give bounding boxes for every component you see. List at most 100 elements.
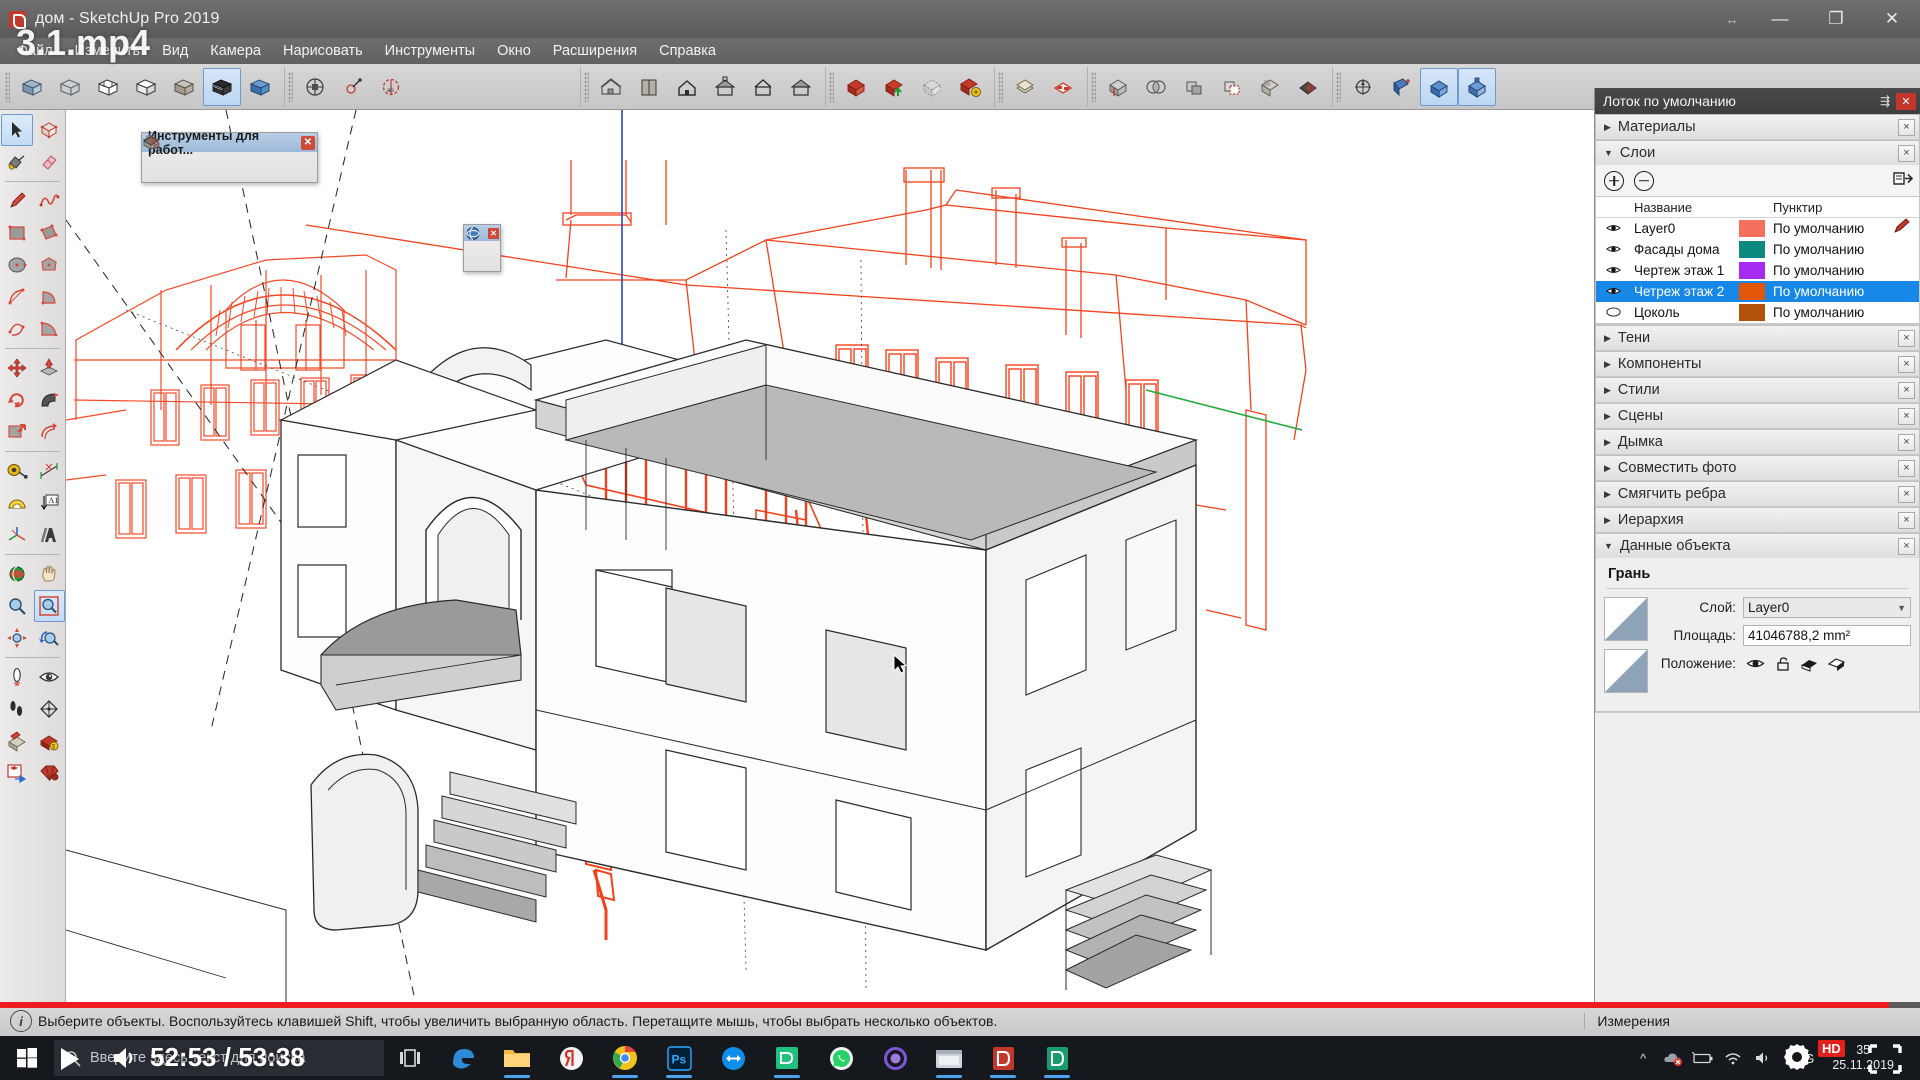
make-component-icon[interactable] <box>34 114 66 146</box>
menu-file[interactable]: Файл <box>6 40 64 62</box>
display-section-planes-icon[interactable] <box>334 68 372 106</box>
pan-hand-icon[interactable] <box>34 558 66 590</box>
component-icon[interactable] <box>837 68 875 106</box>
battery-icon[interactable] <box>1688 1036 1718 1080</box>
layer-dash-style[interactable]: По умолчанию <box>1773 263 1893 278</box>
close-icon[interactable]: × <box>1898 118 1915 136</box>
solid-trim-icon[interactable] <box>1251 68 1289 106</box>
tray-section-header[interactable]: ▶ Стили × <box>1595 377 1920 402</box>
eraser-icon[interactable] <box>34 146 66 178</box>
menu-edit[interactable]: Изменить <box>64 40 151 62</box>
close-icon[interactable]: ✕ <box>488 227 499 239</box>
layer-color-swatch[interactable] <box>1739 304 1765 321</box>
close-icon[interactable]: × <box>1898 144 1915 162</box>
add-location-icon[interactable] <box>1 725 33 757</box>
style-monochrome-icon[interactable] <box>203 67 241 106</box>
display-section-cuts-icon[interactable]: ab <box>372 68 410 106</box>
solid-union-icon[interactable] <box>1175 68 1213 106</box>
menu-extensions[interactable]: Расширения <box>542 40 648 62</box>
whatsapp-icon[interactable] <box>814 1036 868 1080</box>
maximize-button[interactable]: ❐ <box>1808 0 1864 38</box>
layer-color-swatch[interactable] <box>1739 241 1765 258</box>
table-row[interactable]: Четреж этаж 2 По умолчанию <box>1596 281 1919 302</box>
info-icon[interactable]: i <box>10 1010 32 1032</box>
section-plane-icon[interactable] <box>296 68 334 106</box>
close-icon[interactable]: × <box>1898 537 1915 555</box>
rotate-icon[interactable] <box>1 384 33 416</box>
layer-color-swatch[interactable] <box>1739 262 1765 279</box>
line-pencil-icon[interactable] <box>1 185 33 217</box>
clock[interactable]: 35 25.11.2019 <box>1822 1043 1904 1073</box>
layer-select-icon[interactable] <box>1044 68 1082 106</box>
tray-section-header[interactable]: ▶ Дымка × <box>1595 429 1920 454</box>
tray-section-header[interactable]: ▶ Иерархия × <box>1595 507 1920 532</box>
language-indicator[interactable]: ENG <box>1778 1051 1822 1066</box>
edge-icon[interactable] <box>436 1036 490 1080</box>
photoshop-icon[interactable]: Ps <box>652 1036 706 1080</box>
tray-section-header[interactable]: ▼ Слои × <box>1595 140 1920 165</box>
layer-visibility-toggle[interactable] <box>1596 220 1630 238</box>
solid-tools-subtract-icon[interactable] <box>143 135 248 179</box>
layer-dash-style[interactable]: По умолчанию <box>1773 284 1893 299</box>
floating-toolbar-titlebar[interactable]: Инструменты для работ... ✕ <box>142 129 317 157</box>
layer-visibility-toggle[interactable] <box>1596 262 1630 280</box>
close-button[interactable]: ✕ <box>1864 0 1920 38</box>
arc-2point-icon[interactable] <box>1 281 33 313</box>
layer-visibility-toggle[interactable] <box>1596 241 1630 259</box>
close-icon[interactable]: × <box>1898 485 1915 503</box>
solid-tools-union-icon[interactable] <box>143 135 222 179</box>
style-texture-icon[interactable] <box>165 68 203 106</box>
photo-textures-icon[interactable]: $ <box>34 725 66 757</box>
solid-tools-trim-icon[interactable] <box>143 134 274 179</box>
protractor-icon[interactable] <box>1 487 33 519</box>
zoom-icon[interactable] <box>1 590 33 622</box>
face-back-icon[interactable] <box>1824 653 1849 674</box>
style-wireframe-icon[interactable] <box>51 68 89 106</box>
face-front-icon[interactable] <box>1797 653 1822 674</box>
model-viewport[interactable]: Инструменты для работ... ✕ ✕ <box>66 110 1594 1005</box>
unlock-icon[interactable] <box>1770 653 1795 674</box>
layer-dash-style[interactable]: По умолчанию <box>1773 242 1893 257</box>
style-shaded-icon[interactable] <box>127 68 165 106</box>
sketchup-app-icon[interactable] <box>760 1036 814 1080</box>
solid-tools-split-icon[interactable] <box>143 136 300 179</box>
toolbar-grip[interactable] <box>1336 71 1341 102</box>
windows-start-icon[interactable] <box>0 1036 54 1080</box>
position-camera-icon[interactable] <box>1344 68 1382 106</box>
menu-camera[interactable]: Камера <box>199 40 272 62</box>
follow-me-icon[interactable] <box>34 384 66 416</box>
3d-text-icon[interactable] <box>34 519 66 551</box>
layer-select[interactable]: Layer0 ▼ <box>1743 597 1911 618</box>
measurements-input[interactable] <box>1670 1011 1920 1031</box>
menu-window[interactable]: Окно <box>486 40 542 62</box>
close-icon[interactable]: × <box>1898 355 1915 373</box>
group-icon[interactable] <box>913 68 951 106</box>
push-pull-icon[interactable] <box>34 352 66 384</box>
teamviewer-icon[interactable] <box>706 1036 760 1080</box>
scale-icon[interactable] <box>1 416 33 448</box>
pie-icon[interactable] <box>34 281 66 313</box>
tray-section-header[interactable]: ▶ Тени × <box>1595 325 1920 350</box>
cortana-icon[interactable] <box>868 1036 922 1080</box>
close-icon[interactable]: × <box>1898 329 1915 347</box>
style-hidden-line-icon[interactable] <box>89 68 127 106</box>
eye-hidden-icon[interactable] <box>1743 653 1768 674</box>
extension-warehouse-icon[interactable] <box>34 757 66 789</box>
layer-color-swatch[interactable] <box>1739 283 1765 300</box>
view-back-icon[interactable] <box>744 68 782 106</box>
arc-tangent-icon[interactable] <box>34 313 66 345</box>
orbit-icon[interactable] <box>1 558 33 590</box>
share-model-icon[interactable] <box>1 757 33 789</box>
minimize-button[interactable]: — <box>1752 0 1808 38</box>
sandbox-floating-toolbar[interactable]: S.. ✕ <box>463 224 501 272</box>
tray-section-header[interactable]: ▶ Смягчить ребра × <box>1595 481 1920 506</box>
file-explorer-icon[interactable] <box>490 1036 544 1080</box>
close-icon[interactable]: ✕ <box>1896 92 1916 110</box>
sketchup-active-icon[interactable] <box>1030 1036 1084 1080</box>
view-front-icon[interactable] <box>668 68 706 106</box>
walk-icon[interactable] <box>1 693 33 725</box>
view-right-icon[interactable] <box>706 68 744 106</box>
view-iso-icon[interactable] <box>592 68 630 106</box>
offset-icon[interactable] <box>34 416 66 448</box>
video-progress-track[interactable] <box>0 1002 1920 1008</box>
